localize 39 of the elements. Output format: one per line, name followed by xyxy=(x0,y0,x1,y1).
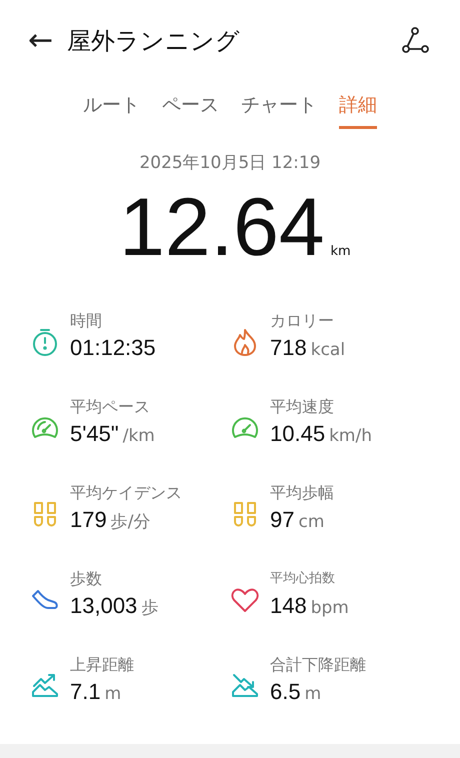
metric-value: 179 xyxy=(70,506,107,534)
metric-value: 5'45" xyxy=(70,420,119,448)
metric-label: 歩数 xyxy=(70,568,103,590)
metric-unit: cm xyxy=(298,512,324,532)
metric-unit: 歩 xyxy=(141,597,158,619)
metric-value: 01:12:35 xyxy=(70,334,156,362)
metric-value: 97 xyxy=(270,506,294,534)
page-title: 屋外ランニング xyxy=(67,26,242,57)
metric-unit: kcal xyxy=(310,340,346,360)
metric-unit: 歩/分 xyxy=(110,511,150,533)
distance-unit: km xyxy=(330,244,351,259)
metric-label: 平均心拍数 xyxy=(270,570,336,588)
tab[interactable]: ルート xyxy=(83,86,140,129)
workout-date: 2025年10月5日 12:19 xyxy=(138,152,322,174)
metric-value: 7.1 xyxy=(70,678,101,706)
metric-value: 148 xyxy=(270,592,307,620)
metric-value: 13,003 xyxy=(70,592,138,620)
metric-value: 10.45 xyxy=(270,420,326,448)
metric-value: 6.5 xyxy=(270,678,301,706)
metric-label: 平均ペース xyxy=(70,396,151,418)
metric-label: 平均歩幅 xyxy=(270,482,334,504)
tab[interactable]: ペース xyxy=(162,86,219,129)
metric-unit: km/h xyxy=(329,426,372,446)
tab[interactable]: 詳細 xyxy=(339,86,377,129)
back-button[interactable]: ← xyxy=(28,26,54,56)
metric-unit: m xyxy=(304,684,322,704)
tab[interactable]: チャート xyxy=(241,86,317,129)
metric-label: 時間 xyxy=(70,310,103,332)
metric-label: 合計下降距離 xyxy=(270,654,366,676)
metric-label: 平均ケイデンス xyxy=(70,482,182,504)
metric-unit: /km xyxy=(122,426,155,446)
metric-label: 上昇距離 xyxy=(70,654,134,676)
metric-unit: bpm xyxy=(310,598,349,618)
metric-label: 平均速度 xyxy=(270,396,335,418)
share-icon[interactable] xyxy=(400,26,430,56)
metric-unit: m xyxy=(104,684,122,704)
distance-value: 12.64 xyxy=(119,181,324,275)
metric-value: 718 xyxy=(270,334,307,362)
metric-label: カロリー xyxy=(270,310,335,332)
